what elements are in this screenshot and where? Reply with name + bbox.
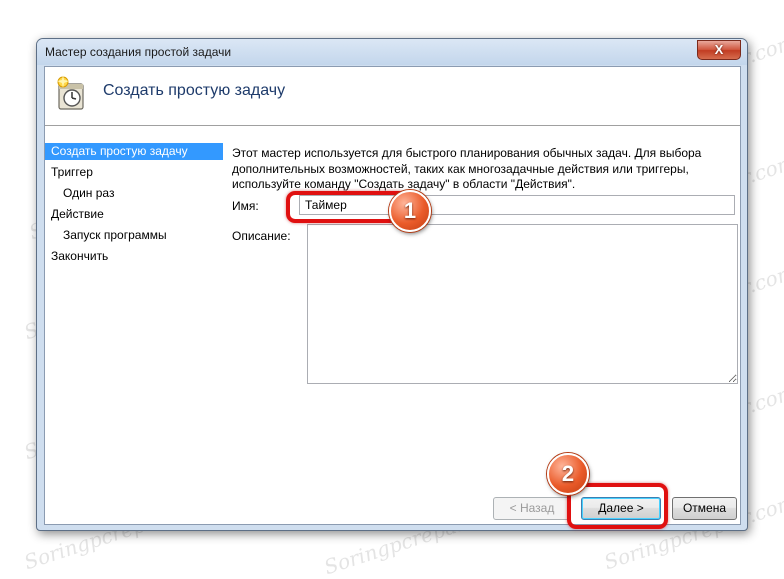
close-button[interactable]: X [697, 40, 741, 60]
page-title: Создать простую задачу [103, 82, 286, 99]
wizard-description: Этот мастер используется для быстрого пл… [232, 146, 712, 193]
wizard-header: Создать простую задачу [45, 67, 740, 126]
step-action[interactable]: Действие [51, 206, 104, 223]
annotation-badge-2: 2 [547, 453, 589, 495]
step-trigger[interactable]: Триггер [51, 164, 93, 181]
name-label: Имя: [232, 199, 259, 213]
description-textarea[interactable] [307, 224, 738, 384]
step-finish[interactable]: Закончить [51, 248, 108, 265]
step-once[interactable]: Один раз [63, 185, 114, 202]
wizard-client-area: Создать простую задачу Создать простую з… [44, 66, 741, 525]
annotation-badge-1: 1 [389, 190, 431, 232]
step-start-program[interactable]: Запуск программы [63, 227, 167, 244]
close-icon: X [714, 42, 724, 57]
back-button[interactable]: < Назад [493, 497, 571, 520]
description-line: дополнительных возможностей, таких как м… [232, 161, 689, 176]
step-create-task[interactable]: Создать простую задачу [45, 143, 223, 160]
title-bar[interactable]: Мастер создания простой задачи X [37, 39, 747, 65]
description-line: Этот мастер используется для быстрого пл… [232, 146, 702, 160]
description-label: Описание: [232, 229, 291, 243]
task-scheduler-wizard-icon [57, 75, 84, 110]
cancel-button[interactable]: Отмена [672, 497, 737, 520]
highlight-next-button [567, 483, 668, 529]
wizard-dialog: Мастер создания простой задачи X Создать… [36, 38, 748, 531]
window-title: Мастер создания простой задачи [45, 45, 232, 59]
